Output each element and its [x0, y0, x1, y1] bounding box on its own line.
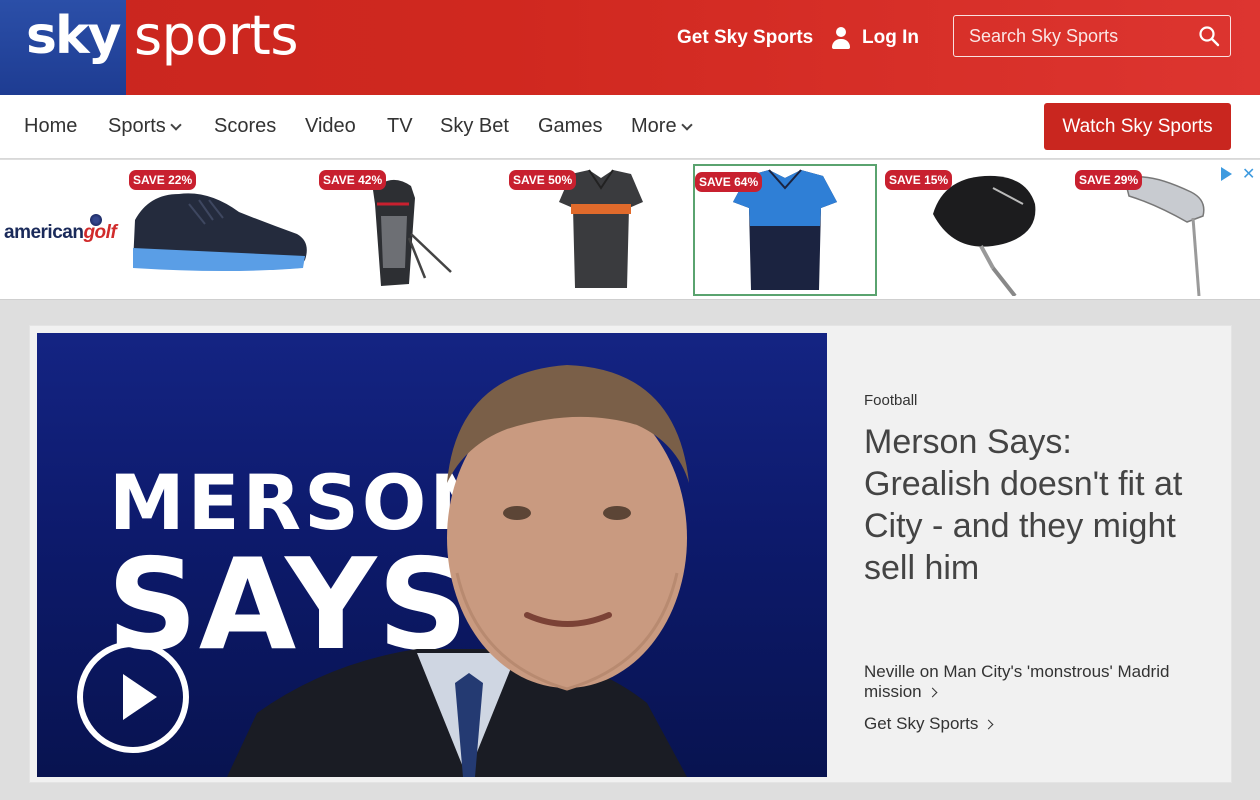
sky-logo[interactable]: sky [0, 0, 126, 95]
login-link[interactable]: Log In [832, 27, 919, 49]
sports-logo-text[interactable]: sports [134, 4, 298, 67]
main-nav: Home Sports Scores Video TV Sky Bet Game… [0, 95, 1260, 159]
ad-product-shoe[interactable]: SAVE 22% [129, 164, 313, 296]
hero-video-thumbnail[interactable]: MERSON SAYS [37, 333, 827, 777]
adchoices-icon[interactable] [1221, 167, 1232, 181]
nav-label: Games [538, 115, 603, 137]
nav-item-sports[interactable]: Sports [108, 115, 182, 138]
nav-item-video[interactable]: Video [305, 115, 356, 138]
save-badge: SAVE 22% [129, 170, 197, 190]
nav-item-more[interactable]: More [631, 115, 693, 138]
chevron-down-icon [170, 118, 182, 131]
brand-text-a: american [4, 222, 84, 243]
get-sky-sports-promo-link[interactable]: Get Sky Sports [864, 714, 994, 734]
get-sky-sports-link[interactable]: Get Sky Sports [677, 27, 813, 49]
nav-label: Scores [214, 115, 277, 137]
watch-sky-sports-button[interactable]: Watch Sky Sports [1044, 103, 1231, 150]
brand-text-b: golf [83, 222, 117, 243]
nav-label: TV [387, 115, 413, 137]
nav-label: Sports [108, 115, 166, 137]
save-badge: SAVE 15% [885, 170, 953, 190]
save-badge: SAVE 29% [1075, 170, 1143, 190]
save-badge: SAVE 64% [695, 172, 763, 192]
story-headline[interactable]: Merson Says: Grealish doesn't fit at Cit… [864, 421, 1194, 589]
hero-story[interactable]: MERSON SAYS Football Merson Says: Greali… [29, 325, 1232, 783]
user-icon [832, 27, 850, 49]
save-badge: SAVE 50% [509, 170, 577, 190]
nav-label: Sky Bet [440, 115, 509, 137]
site-header: sky sports Get Sky Sports Log In [0, 0, 1260, 95]
close-icon[interactable]: ✕ [1242, 164, 1255, 184]
nav-item-home[interactable]: Home [24, 115, 77, 138]
chevron-right-icon [983, 719, 994, 730]
play-button[interactable] [77, 641, 189, 753]
sky-logo-text: sky [26, 6, 121, 66]
ad-choices[interactable]: ✕ [1221, 164, 1255, 184]
search-box [953, 15, 1231, 57]
advert-banner[interactable]: americangolf SAVE 22% SAVE 42% SAVE 50% [0, 160, 1260, 300]
chevron-right-icon [927, 687, 938, 698]
nav-label: More [631, 115, 677, 137]
nav-item-scores[interactable]: Scores [214, 115, 276, 138]
ad-product-bag[interactable]: SAVE 42% [319, 164, 503, 296]
nav-item-tv[interactable]: TV [387, 115, 413, 138]
chevron-down-icon [680, 118, 693, 131]
american-golf-logo[interactable]: americangolf [4, 222, 117, 244]
nav-item-sky-bet[interactable]: Sky Bet [440, 115, 509, 138]
ad-product-polo-blue[interactable]: SAVE 64% [693, 164, 877, 296]
related-story-link[interactable]: Neville on Man City's 'monstrous' Madrid… [864, 662, 1184, 702]
hero-text-panel: Football Merson Says: Grealish doesn't f… [864, 326, 1224, 782]
nav-item-games[interactable]: Games [538, 115, 602, 138]
promo-link-text: Get Sky Sports [864, 714, 979, 733]
story-category[interactable]: Football [864, 392, 917, 409]
search-icon[interactable] [1198, 25, 1220, 47]
search-input[interactable] [954, 16, 1194, 56]
golf-ball-icon [90, 214, 102, 226]
ad-product-polo-black[interactable]: SAVE 50% [509, 164, 693, 296]
nav-label: Home [24, 115, 78, 137]
ad-product-putter[interactable]: SAVE 15% [885, 164, 1069, 298]
save-badge: SAVE 42% [319, 170, 387, 190]
related-story-text: Neville on Man City's 'monstrous' Madrid… [864, 662, 1170, 701]
nav-label: Video [305, 115, 356, 137]
login-label: Log In [862, 27, 919, 48]
